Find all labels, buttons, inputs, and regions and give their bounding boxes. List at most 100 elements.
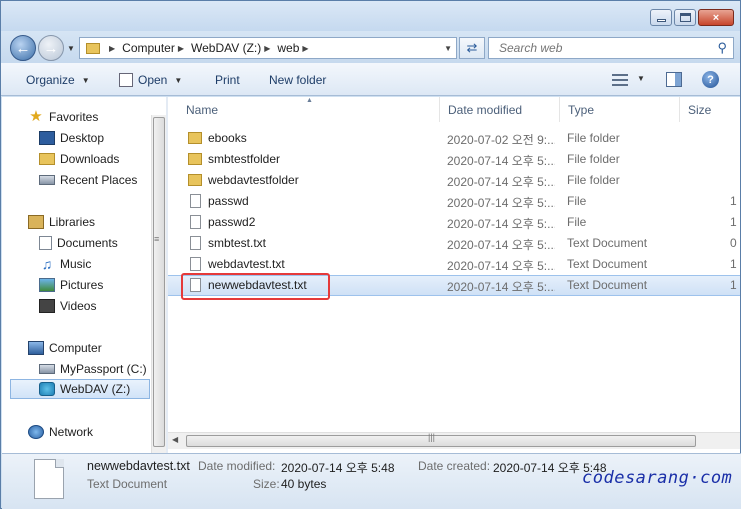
sidebar-item-network[interactable]: Network <box>28 422 93 442</box>
sidebar-item-computer[interactable]: Computer <box>28 338 102 358</box>
details-modified-value: 2020-07-14 오후 5:48 <box>281 461 395 475</box>
organize-button[interactable]: Organize ▼ <box>26 73 90 87</box>
print-button[interactable]: Print <box>215 73 240 87</box>
sidebar-item-label: MyPassport (C:) <box>60 362 147 376</box>
network-icon <box>28 425 44 439</box>
file-icon <box>190 215 201 229</box>
file-row[interactable]: passwd2 2020-07-14 오후 5:... File 1 <box>168 212 740 233</box>
file-size: 1 <box>730 215 737 229</box>
file-row[interactable]: smbtest.txt 2020-07-14 오후 5:... Text Doc… <box>168 233 740 254</box>
file-row[interactable]: webdavtestfolder 2020-07-14 오후 5:... Fil… <box>168 170 740 191</box>
sidebar-item-label: Documents <box>57 236 118 250</box>
downloads-icon <box>39 153 55 165</box>
sidebar-scrollbar[interactable]: ≡ <box>151 115 166 453</box>
sidebar-item-libraries[interactable]: Libraries <box>28 212 95 232</box>
file-row[interactable]: webdavtest.txt 2020-07-14 오후 5:... Text … <box>168 254 740 275</box>
sidebar-item-documents[interactable]: Documents <box>39 233 118 253</box>
sidebar-item-desktop[interactable]: Desktop <box>39 128 104 148</box>
sidebar-item-favorites[interactable]: ★ Favorites <box>28 107 98 127</box>
file-type: File <box>567 194 587 208</box>
sidebar-item-music[interactable]: ♫ Music <box>39 254 92 274</box>
scrollbar-thumb[interactable] <box>153 117 165 447</box>
refresh-button[interactable]: ⇄ <box>459 37 485 59</box>
breadcrumb-computer[interactable]: Computer <box>122 41 175 55</box>
column-header-type[interactable]: Type <box>560 97 680 122</box>
scroll-left-icon[interactable]: ◀ <box>172 435 178 444</box>
sidebar-item-downloads[interactable]: Downloads <box>39 149 119 169</box>
column-header-size[interactable]: Size <box>680 97 740 122</box>
sidebar-item-recent-places[interactable]: Recent Places <box>39 170 137 190</box>
highlight-outline <box>181 273 330 300</box>
new-folder-button[interactable]: New folder <box>269 73 326 87</box>
file-size: 0 <box>730 236 737 250</box>
close-button[interactable]: × <box>698 9 734 26</box>
search-icon[interactable]: ⚲ <box>717 40 727 56</box>
file-date: 2020-07-14 오후 5:... <box>447 154 555 168</box>
file-type: Text Document <box>567 257 648 271</box>
chevron-down-icon: ▼ <box>174 75 183 85</box>
search-input[interactable] <box>489 38 699 58</box>
address-dropdown-icon[interactable]: ▼ <box>444 44 452 53</box>
sidebar-item-label: Network <box>49 425 94 439</box>
chevron-right-icon[interactable]: ▶ <box>178 44 184 53</box>
view-options-icon[interactable] <box>612 74 628 86</box>
recent-pages-dropdown[interactable]: ▼ <box>67 44 75 53</box>
recent-places-icon <box>39 175 55 185</box>
breadcrumb-web[interactable]: web <box>277 41 299 55</box>
sidebar-item-pictures[interactable]: Pictures <box>39 275 103 295</box>
folder-icon <box>86 42 100 54</box>
file-row[interactable]: smbtestfolder 2020-07-14 오후 5:... File f… <box>168 149 740 170</box>
sidebar-item-label: Desktop <box>60 131 105 145</box>
sidebar-item-webdav[interactable]: WebDAV (Z:) <box>10 379 150 399</box>
sidebar-item-label: Computer <box>49 341 102 355</box>
chevron-right-icon[interactable]: ▶ <box>109 44 115 53</box>
file-name: ebooks <box>208 131 247 145</box>
address-bar[interactable]: ▶ Computer ▶ WebDAV (Z:) ▶ web ▶ ▼ <box>79 37 457 59</box>
chevron-right-icon[interactable]: ▶ <box>302 44 308 53</box>
maximize-button[interactable] <box>674 9 696 26</box>
folder-icon <box>188 153 202 165</box>
search-box[interactable]: ⚲ <box>488 37 734 59</box>
details-filename: newwebdavtest.txt <box>87 459 190 473</box>
minimize-icon <box>657 19 666 22</box>
computer-icon <box>28 341 44 355</box>
grip-icon: ||| <box>428 432 436 442</box>
scrollbar-thumb[interactable] <box>186 435 696 447</box>
details-size-value: 40 bytes <box>281 477 327 491</box>
file-icon <box>190 194 201 208</box>
open-button[interactable]: Open ▼ <box>119 73 182 87</box>
new-folder-label: New folder <box>269 73 327 87</box>
help-icon[interactable]: ? <box>702 71 719 88</box>
file-size: 1 <box>730 278 737 292</box>
horizontal-scrollbar[interactable]: ◀ ||| <box>168 432 740 449</box>
column-header-date[interactable]: Date modified <box>440 97 560 122</box>
file-size: 1 <box>730 257 737 271</box>
sidebar-item-mypassport[interactable]: MyPassport (C:) <box>39 359 147 379</box>
back-button[interactable]: ← <box>10 35 36 61</box>
navigation-pane: ★ Favorites Desktop Downloads Recent Plac… <box>2 97 166 453</box>
star-icon: ★ <box>29 108 43 125</box>
grip-icon: ≡ <box>154 234 160 244</box>
preview-pane-icon[interactable] <box>666 72 682 87</box>
open-icon <box>119 73 133 87</box>
sidebar-item-label: Videos <box>60 299 97 313</box>
sidebar-item-label: Favorites <box>49 110 99 124</box>
chevron-right-icon[interactable]: ▶ <box>264 44 270 53</box>
file-row[interactable]: ebooks 2020-07-02 오전 9:... File folder <box>168 128 740 149</box>
file-type: File folder <box>567 152 620 166</box>
chevron-down-icon[interactable]: ▼ <box>637 74 645 83</box>
column-header-name[interactable]: Name <box>178 97 440 122</box>
sidebar-item-videos[interactable]: Videos <box>39 296 96 316</box>
minimize-button[interactable] <box>650 9 672 26</box>
videos-icon <box>39 299 55 313</box>
details-size-label: Size: <box>253 477 280 491</box>
sidebar-item-label: Pictures <box>60 278 104 292</box>
file-date: 2020-07-14 오후 5:... <box>447 238 555 252</box>
breadcrumb-webdav[interactable]: WebDAV (Z:) <box>191 41 261 55</box>
file-row[interactable]: passwd 2020-07-14 오후 5:... File 1 <box>168 191 740 212</box>
back-arrow-icon: ← <box>15 39 31 57</box>
file-name: smbtest.txt <box>208 236 267 250</box>
drive-icon <box>39 364 55 374</box>
forward-button[interactable]: → <box>38 35 64 61</box>
open-label: Open <box>138 73 168 87</box>
